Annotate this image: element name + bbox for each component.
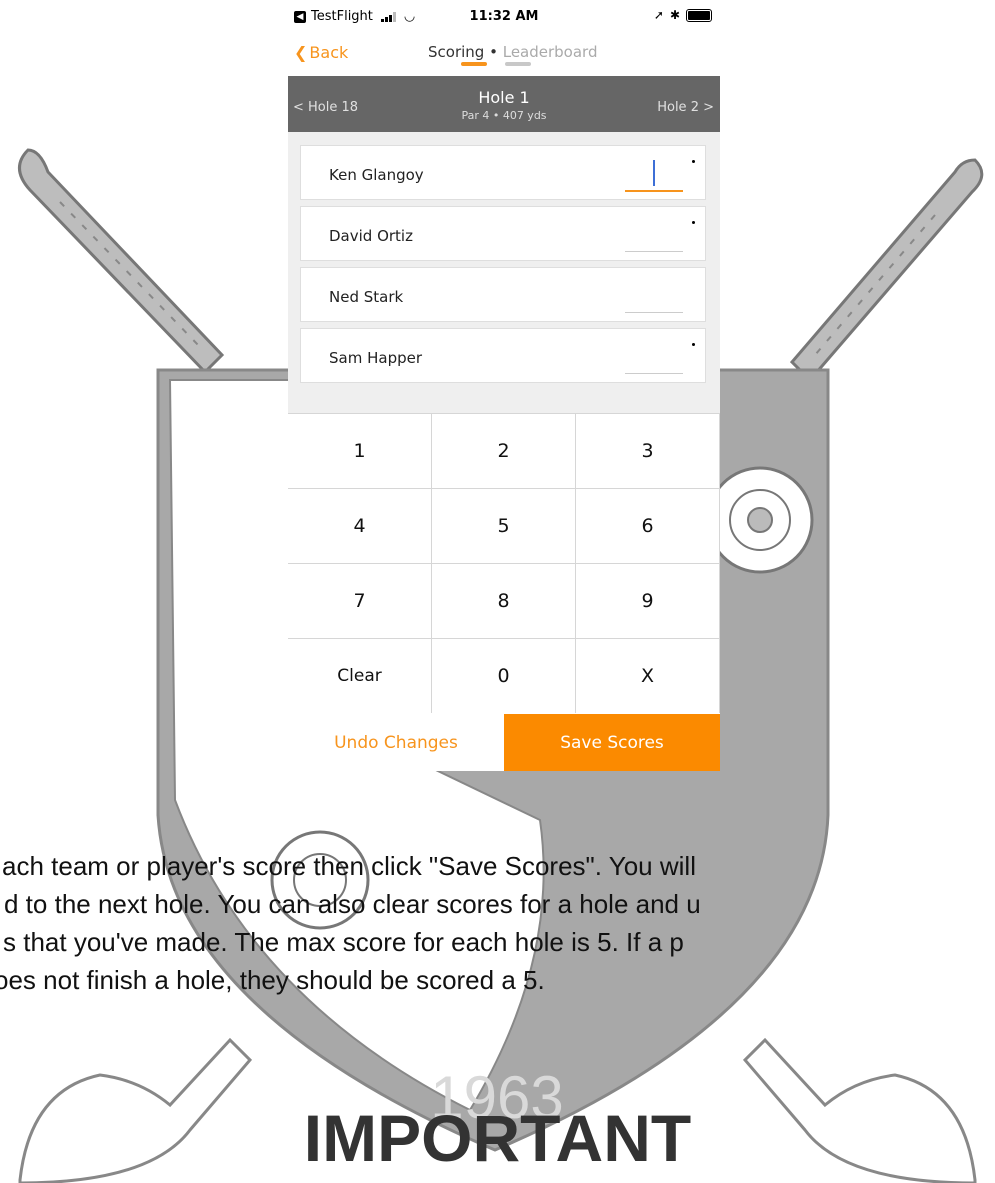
tab-leaderboard[interactable]: Leaderboard — [503, 43, 598, 61]
key-x[interactable]: X — [576, 638, 720, 713]
instruction-line: ach team or player's score then click "S… — [2, 851, 696, 881]
player-row[interactable]: Sam Happer — [300, 328, 706, 383]
action-bar: Undo Changes Save Scores — [288, 714, 720, 771]
key-3[interactable]: 3 — [576, 413, 720, 488]
key-4[interactable]: 4 — [288, 488, 432, 563]
next-hole-button[interactable]: Hole 2 > — [657, 100, 714, 115]
key-2[interactable]: 2 — [432, 413, 576, 488]
player-row[interactable]: Ned Stark — [300, 267, 706, 322]
rose-emblem-icon — [706, 466, 814, 574]
key-6[interactable]: 6 — [576, 488, 720, 563]
player-name: David Ortiz — [329, 227, 413, 245]
score-input[interactable] — [625, 219, 683, 252]
score-input[interactable] — [625, 280, 683, 313]
key-5[interactable]: 5 — [432, 488, 576, 563]
number-keypad: 1 2 3 4 5 6 7 8 9 Clear 0 X — [288, 413, 720, 713]
hole-header: < Hole 18 Hole 1 Par 4 • 407 yds Hole 2 … — [288, 76, 720, 132]
instruction-line: s that you've made. The max score for ea… — [3, 927, 684, 957]
chevron-left-icon: ❮ — [294, 43, 308, 62]
save-scores-button[interactable]: Save Scores — [504, 714, 720, 771]
key-0[interactable]: 0 — [432, 638, 576, 713]
player-name: Sam Happer — [329, 349, 423, 367]
key-1[interactable]: 1 — [288, 413, 432, 488]
tab-indicator-inactive — [505, 62, 531, 66]
unsaved-dot-icon — [692, 343, 695, 346]
key-7[interactable]: 7 — [288, 563, 432, 638]
key-8[interactable]: 8 — [432, 563, 576, 638]
tab-scoring[interactable]: Scoring — [428, 43, 484, 61]
hole-title: Hole 1 — [478, 88, 530, 107]
bluetooth-icon: ✱ — [669, 8, 680, 22]
hole-details: Par 4 • 407 yds — [461, 109, 547, 122]
back-button[interactable]: ❮ Back — [294, 43, 348, 62]
nav-bar: ❮ Back Scoring • Leaderboard — [288, 34, 720, 76]
back-label: Back — [309, 43, 349, 62]
golf-club-right-icon — [789, 158, 984, 383]
status-bar: ◀ TestFlight ◡ 11:32 AM ➚ ✱ — [288, 0, 720, 34]
unsaved-dot-icon — [692, 160, 695, 163]
player-list: Ken Glangoy David Ortiz Ned Stark Sam Ha… — [288, 132, 720, 413]
location-icon: ➚ — [653, 8, 664, 22]
player-name: Ken Glangoy — [329, 166, 424, 184]
instruction-line: oes not finish a hole, they should be sc… — [0, 965, 545, 995]
score-input[interactable] — [625, 341, 683, 374]
battery-icon — [686, 8, 712, 22]
player-name: Ned Stark — [329, 288, 404, 306]
phone-screen: ◀ TestFlight ◡ 11:32 AM ➚ ✱ ❮ Back Scori… — [288, 0, 720, 771]
golf-club-left-icon — [18, 148, 225, 375]
score-input[interactable] — [625, 158, 683, 192]
unsaved-dot-icon — [692, 221, 695, 224]
player-row[interactable]: David Ortiz — [300, 206, 706, 261]
undo-changes-button[interactable]: Undo Changes — [288, 714, 504, 771]
text-cursor — [653, 160, 655, 186]
tab-separator: • — [489, 43, 498, 61]
key-clear[interactable]: Clear — [288, 638, 432, 713]
tab-indicator-active — [461, 62, 487, 66]
player-row[interactable]: Ken Glangoy — [300, 145, 706, 200]
instruction-line: d to the next hole. You can also clear s… — [4, 889, 701, 919]
important-heading: IMPORTANT — [303, 1101, 692, 1175]
key-9[interactable]: 9 — [576, 563, 720, 638]
